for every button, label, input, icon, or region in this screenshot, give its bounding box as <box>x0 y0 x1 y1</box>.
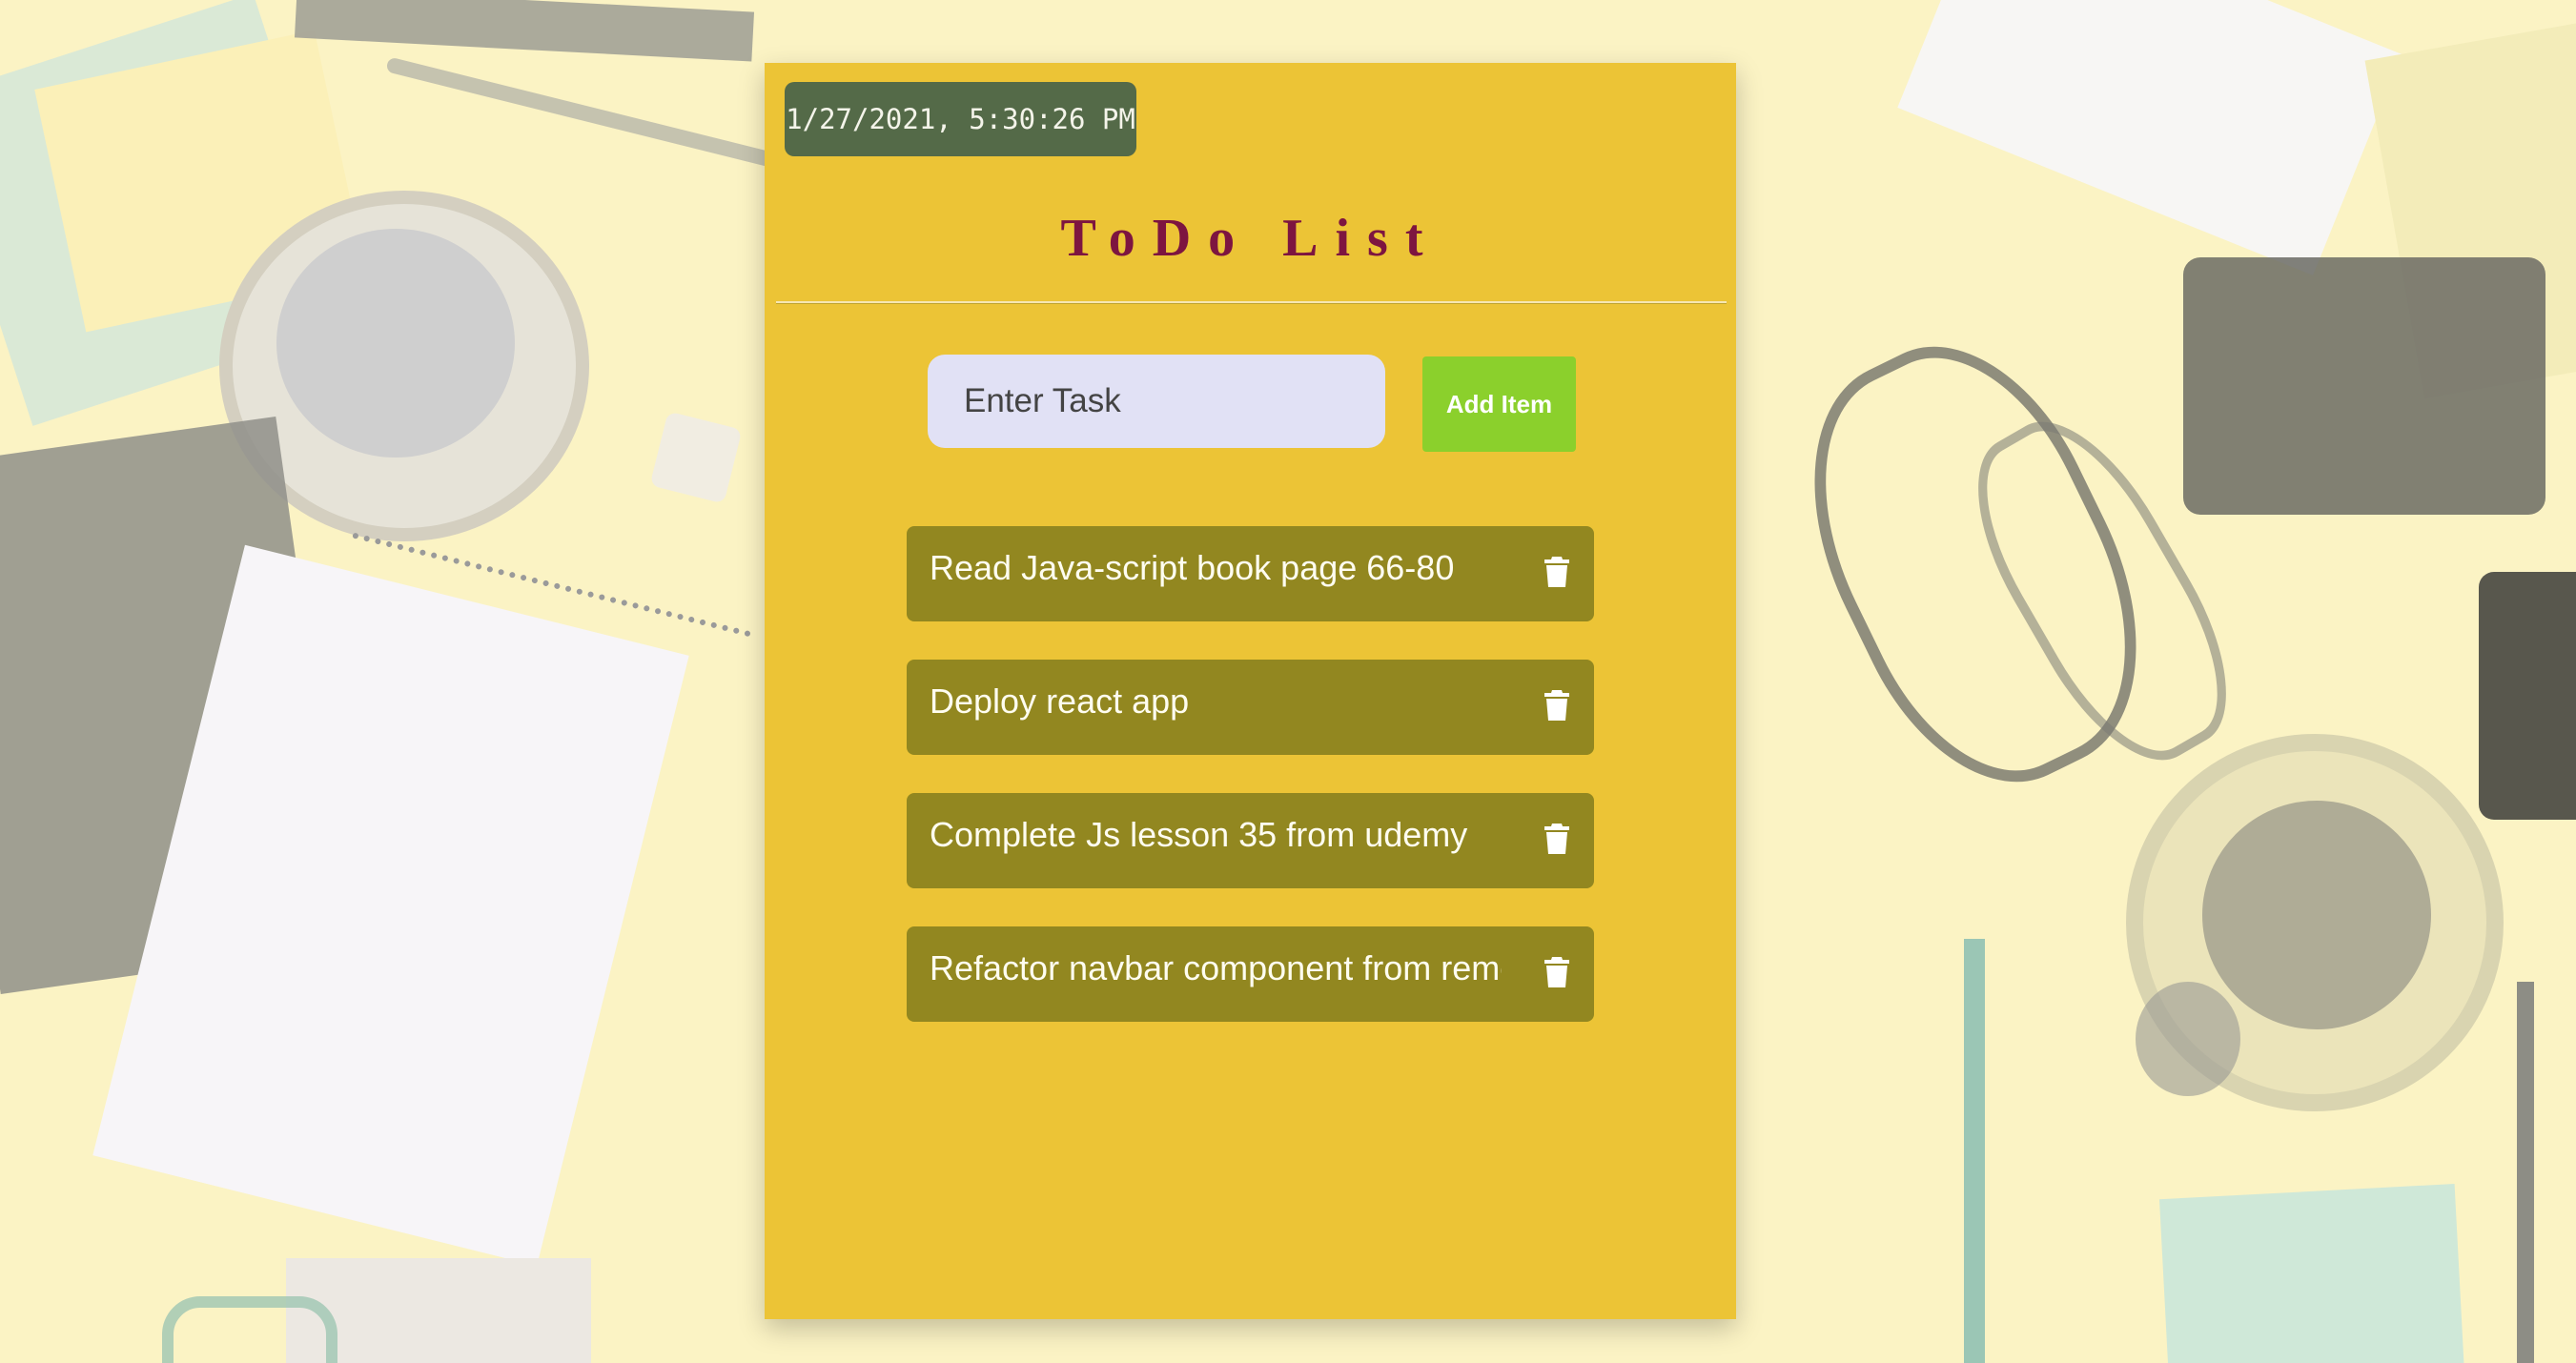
notebook <box>1897 0 2402 275</box>
todo-text: Refactor navbar component from remote <box>930 948 1502 987</box>
todo-item: Refactor navbar component from remote <box>907 926 1594 1022</box>
compass <box>385 56 778 169</box>
mug-handle <box>2136 982 2240 1096</box>
phone <box>2479 572 2576 820</box>
todo-card: 1/27/2021, 5:30:26 PM ToDo List Add Item… <box>765 63 1736 1319</box>
add-item-button[interactable]: Add Item <box>1422 356 1576 452</box>
binder-clip <box>162 1296 337 1363</box>
todo-list: Read Java-script book page 66-80 Deploy … <box>907 526 1594 1060</box>
ruler <box>294 0 755 62</box>
trash-icon[interactable] <box>1538 818 1576 860</box>
pencil <box>1964 939 1985 1363</box>
datetime-badge: 1/27/2021, 5:30:26 PM <box>785 82 1136 156</box>
task-input[interactable] <box>928 355 1385 448</box>
eraser <box>649 411 743 504</box>
sticky-notes-stack <box>2158 1184 2465 1363</box>
todo-item: Deploy react app <box>907 660 1594 755</box>
page-title: ToDo List <box>1060 209 1441 268</box>
pen-holder <box>2183 257 2545 515</box>
todo-item: Read Java-script book page 66-80 <box>907 526 1594 621</box>
todo-text: Complete Js lesson 35 from udemy <box>930 815 1468 854</box>
trash-icon[interactable] <box>1538 684 1576 726</box>
succulent <box>276 229 515 458</box>
header-divider <box>776 301 1727 303</box>
trash-icon[interactable] <box>1538 551 1576 593</box>
coffee <box>2202 801 2431 1029</box>
pen <box>2517 982 2534 1363</box>
todo-text: Read Java-script book page 66-80 <box>930 548 1455 587</box>
trash-icon[interactable] <box>1538 951 1576 993</box>
todo-text: Deploy react app <box>930 682 1190 721</box>
todo-item: Complete Js lesson 35 from udemy <box>907 793 1594 888</box>
